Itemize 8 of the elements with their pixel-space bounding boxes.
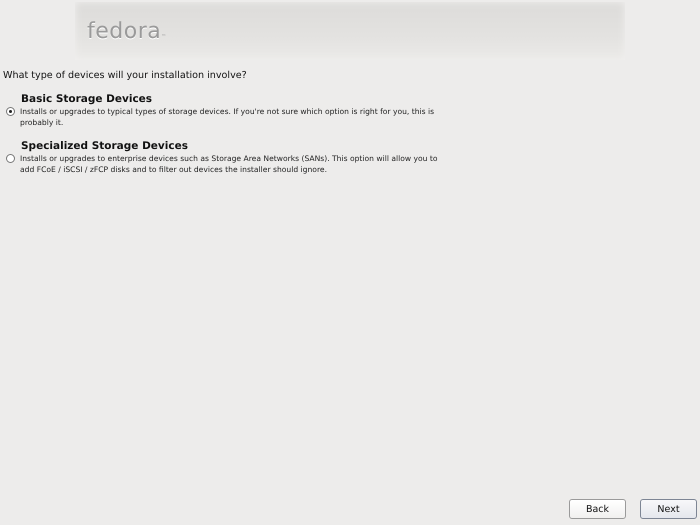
back-button[interactable]: Back	[569, 499, 626, 519]
next-button[interactable]: Next	[640, 499, 697, 519]
radio-button[interactable]	[6, 107, 15, 116]
option-title: Specialized Storage Devices	[21, 140, 188, 152]
option-title: Basic Storage Devices	[21, 93, 152, 105]
fedora-logo: fedora	[87, 19, 162, 44]
radio-button[interactable]	[6, 154, 15, 163]
question-text: What type of devices will your installation involve?	[3, 70, 248, 81]
